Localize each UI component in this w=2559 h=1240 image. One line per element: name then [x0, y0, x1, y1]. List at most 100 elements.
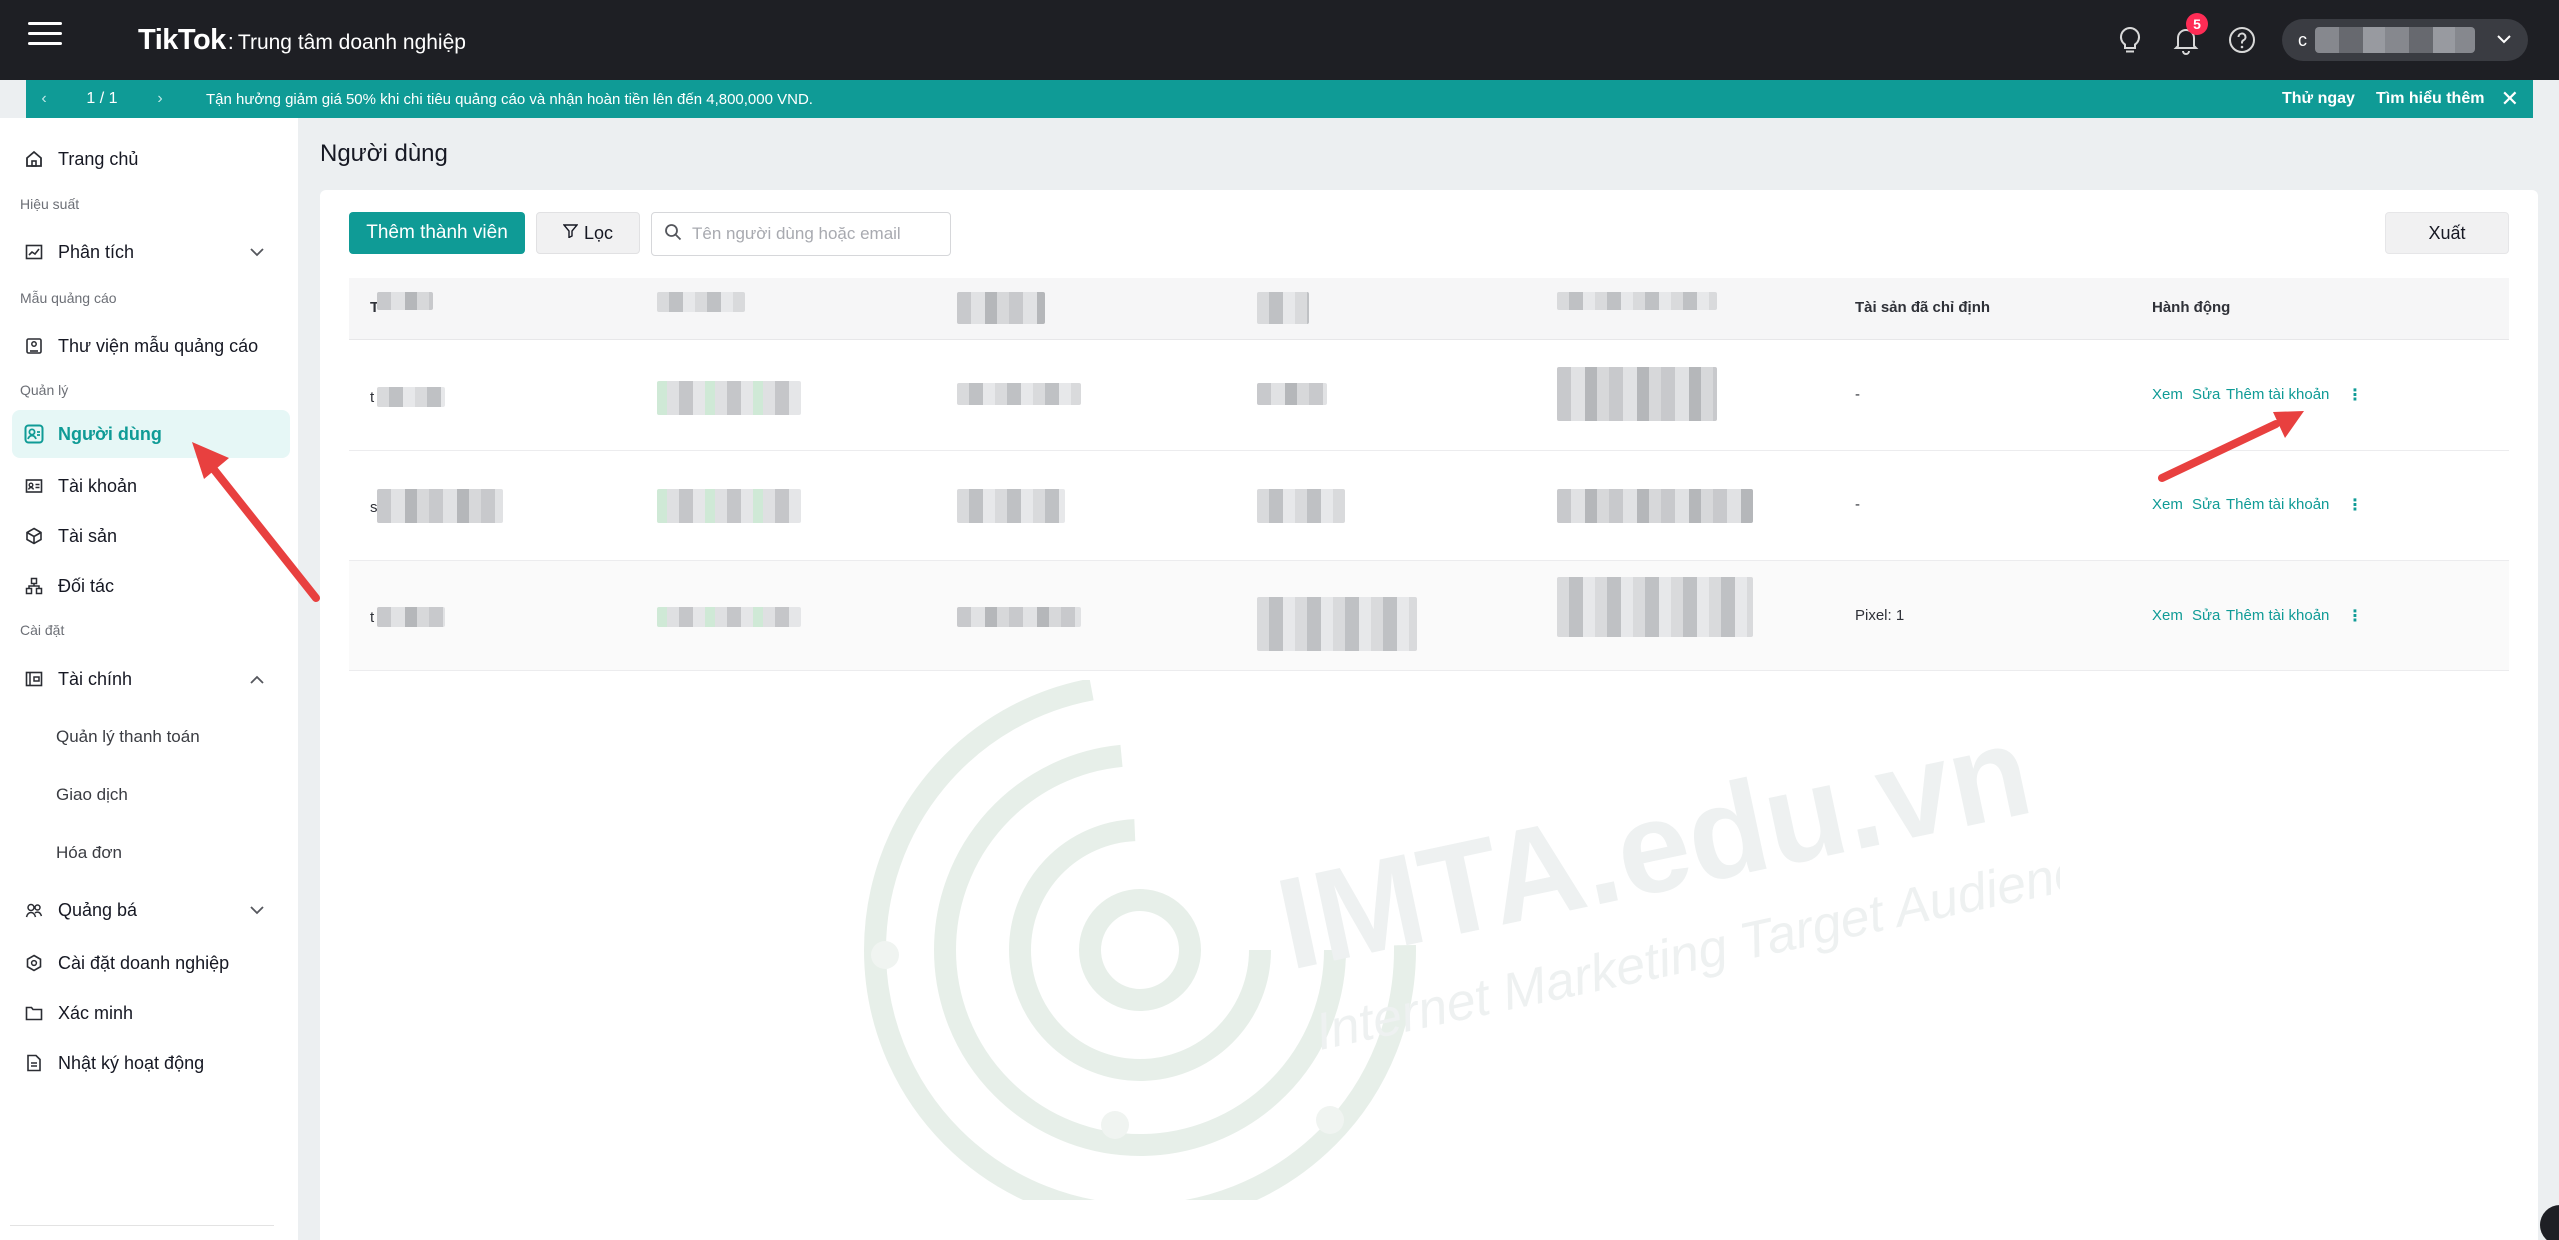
sidebar-item-label: Phân tích	[58, 241, 135, 262]
sidebar-item-label: Cài đặt doanh nghiệp	[58, 952, 230, 973]
add-account-link[interactable]: Thêm tài khoản	[2226, 496, 2329, 513]
sidebar-item-analytics[interactable]: Phân tích	[0, 228, 298, 276]
view-link[interactable]: Xem	[2152, 496, 2183, 513]
user-status-redacted	[1257, 383, 1327, 405]
user-role-redacted	[957, 383, 1081, 405]
sidebar-item-finance[interactable]: Tài chính	[0, 655, 298, 703]
top-bar: TikTok : Trung tâm doanh nghiệp 5 c	[0, 0, 2559, 80]
floating-help-button[interactable]	[2540, 1205, 2559, 1240]
user-date-redacted	[1557, 489, 1753, 523]
user-email-redacted	[657, 489, 801, 523]
user-name-redacted	[377, 607, 445, 627]
edit-link[interactable]: Sửa	[2192, 607, 2220, 624]
assigned-assets-value: Pixel: 1	[1855, 607, 1905, 624]
sidebar-item-label: Tài chính	[58, 668, 133, 689]
cube-icon	[24, 526, 44, 546]
promo-pager: 1 / 1	[86, 90, 118, 107]
sidebar-item-partners[interactable]: Đối tác	[0, 562, 298, 610]
section-manage: Quản lý	[20, 382, 69, 398]
section-templates: Mẫu quảng cáo	[20, 290, 117, 306]
account-initial: c	[2298, 29, 2307, 50]
sidebar-item-label: Trang chủ	[58, 148, 139, 169]
sidebar-divider	[10, 1225, 274, 1226]
add-account-link[interactable]: Thêm tài khoản	[2226, 386, 2329, 403]
more-options-icon[interactable]: ⋮	[2347, 495, 2363, 515]
brand-separator: :	[227, 29, 234, 54]
home-icon	[24, 149, 44, 169]
sidebar-item-label: Hóa đơn	[56, 843, 122, 862]
table-row: t - Xem Sửa Thêm tài khoản ⋮	[349, 341, 2509, 451]
brand[interactable]: TikTok : Trung tâm doanh nghiệp	[138, 24, 466, 57]
filter-button[interactable]: Lọc	[536, 212, 640, 254]
user-name-redacted	[377, 387, 445, 407]
chevron-down-icon	[2496, 31, 2512, 49]
column-header-actions: Hành động	[2152, 299, 2231, 316]
sidebar-item-verification[interactable]: Xác minh	[0, 989, 298, 1037]
section-settings: Cài đặt	[20, 622, 65, 638]
template-icon	[24, 336, 44, 356]
user-name-initial: t	[370, 389, 375, 406]
sidebar-item-template-library[interactable]: Thư viện mẫu quảng cáo	[0, 322, 298, 370]
filter-label: Lọc	[583, 222, 614, 243]
filter-icon	[562, 224, 579, 242]
sidebar-item-label: Thư viện mẫu quảng cáo	[58, 335, 259, 356]
help-question-icon[interactable]	[2222, 20, 2262, 60]
user-role-redacted	[957, 489, 1065, 523]
sidebar: Trang chủ Hiệu suất Phân tích Mẫu quảng …	[0, 118, 298, 1240]
column-header-redacted	[377, 292, 433, 310]
sidebar-item-assets[interactable]: Tài sản	[0, 512, 298, 560]
chart-icon	[24, 242, 44, 262]
section-performance: Hiệu suất	[20, 196, 80, 212]
user-name-redacted	[377, 489, 503, 523]
sidebar-item-accounts[interactable]: Tài khoản	[0, 462, 298, 510]
view-link[interactable]: Xem	[2152, 607, 2183, 624]
search-input[interactable]	[692, 224, 932, 244]
close-icon[interactable]: ✕	[2501, 86, 2519, 112]
sidebar-item-label: Người dùng	[58, 423, 162, 444]
column-header-assigned-assets: Tài sản đã chỉ định	[1855, 299, 1991, 316]
export-button[interactable]: Xuất	[2385, 212, 2509, 254]
sidebar-item-payment-management[interactable]: Quản lý thanh toán	[0, 713, 298, 761]
table-header: T Tài sản đã chỉ định Hành động	[349, 278, 2509, 340]
account-switcher[interactable]: c	[2282, 19, 2528, 61]
search-icon	[664, 223, 682, 246]
notification-badge: 5	[2186, 13, 2208, 35]
promo-message: Tận hưởng giảm giá 50% khi chi tiêu quản…	[206, 90, 813, 108]
try-now-link[interactable]: Thử ngay	[2282, 90, 2355, 108]
learn-more-link[interactable]: Tìm hiểu thêm	[2376, 90, 2484, 108]
account-name-redacted	[2315, 27, 2475, 53]
megaphone-icon	[24, 900, 44, 920]
sidebar-item-business-settings[interactable]: Cài đặt doanh nghiệp	[0, 939, 298, 987]
column-header-redacted	[957, 292, 1045, 324]
promo-banner: ‹ 1 / 1 › Tận hưởng giảm giá 50% khi chi…	[26, 80, 2533, 118]
chevron-right-icon[interactable]: ›	[142, 90, 178, 108]
sidebar-item-label: Quảng bá	[58, 899, 138, 920]
add-account-link[interactable]: Thêm tài khoản	[2226, 607, 2329, 624]
sidebar-item-transactions[interactable]: Giao dịch	[0, 771, 298, 819]
user-email-redacted	[657, 607, 801, 627]
edit-link[interactable]: Sửa	[2192, 386, 2220, 403]
sidebar-item-promotion[interactable]: Quảng bá	[0, 886, 298, 934]
partners-icon	[24, 576, 44, 596]
column-header-redacted	[657, 292, 745, 312]
assigned-assets-value: -	[1855, 386, 1860, 403]
sidebar-item-activity-log[interactable]: Nhật ký hoạt động	[0, 1039, 298, 1087]
sidebar-item-home[interactable]: Trang chủ	[0, 135, 298, 183]
tiktok-logo: TikTok	[138, 24, 226, 56]
hamburger-menu-icon[interactable]	[28, 22, 62, 50]
chevron-left-icon[interactable]: ‹	[26, 90, 62, 108]
column-header-redacted	[1257, 292, 1309, 324]
edit-link[interactable]: Sửa	[2192, 496, 2220, 513]
user-date-redacted	[1557, 367, 1717, 421]
more-options-icon[interactable]: ⋮	[2347, 385, 2363, 405]
sidebar-item-invoices[interactable]: Hóa đơn	[0, 829, 298, 877]
id-card-icon	[24, 476, 44, 496]
user-status-redacted	[1257, 597, 1417, 651]
user-role-redacted	[957, 607, 1081, 627]
lightbulb-icon[interactable]	[2110, 20, 2150, 60]
add-member-button[interactable]: Thêm thành viên	[349, 212, 525, 254]
brand-subtitle: Trung tâm doanh nghiệp	[237, 31, 466, 54]
more-options-icon[interactable]: ⋮	[2347, 606, 2363, 626]
view-link[interactable]: Xem	[2152, 386, 2183, 403]
sidebar-item-users[interactable]: Người dùng	[12, 410, 290, 458]
